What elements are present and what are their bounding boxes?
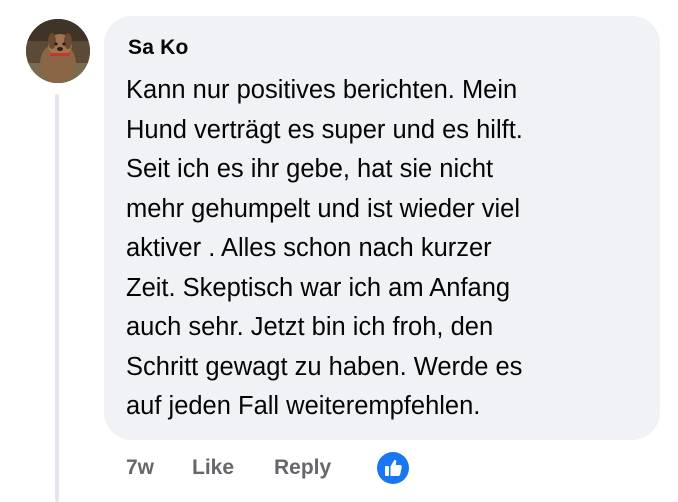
comment-text-line: Seit ich es ihr gebe, hat sie nicht — [126, 155, 494, 183]
comment-thread: Sa Ko Kann nur positives berichten. Mein… — [0, 0, 678, 502]
comment-bubble: Sa Ko Kann nur positives berichten. Mein… — [104, 16, 660, 440]
comment-text-line: Schritt gewagt zu haben. Werde es — [126, 352, 523, 381]
reaction-badge[interactable] — [375, 450, 411, 486]
comment-text-line: auch sehr. Jetzt bin ich froh, den — [126, 313, 494, 341]
like-button[interactable]: Like — [192, 456, 234, 480]
reaction-like-circle — [377, 452, 409, 484]
comment-text-line: Zeit. Skeptisch war ich am Anfang — [126, 273, 511, 302]
comment-text: Kann nur positives berichten. Mein Hund … — [126, 71, 626, 427]
comment-text-line: Hund verträgt es super und es hilft. — [126, 115, 523, 144]
avatar[interactable] — [26, 19, 90, 83]
comment-text-line: auf jeden Fall weiterempfehlen. — [126, 392, 481, 420]
thumbs-up-icon — [385, 459, 402, 476]
comment-text-line: Kann nur positives berichten. Mein — [126, 76, 518, 104]
comment-author-name[interactable]: Sa Ko — [128, 36, 189, 60]
dog-avatar-icon — [26, 19, 90, 83]
comment-text-line: aktiver . Alles schon nach kurzer — [126, 234, 492, 262]
comment-text-line: mehr gehumpelt und ist wieder viel — [126, 194, 521, 223]
thread-connector-line — [55, 94, 59, 502]
reply-button[interactable]: Reply — [274, 456, 331, 480]
comment-timestamp[interactable]: 7w — [126, 456, 154, 480]
